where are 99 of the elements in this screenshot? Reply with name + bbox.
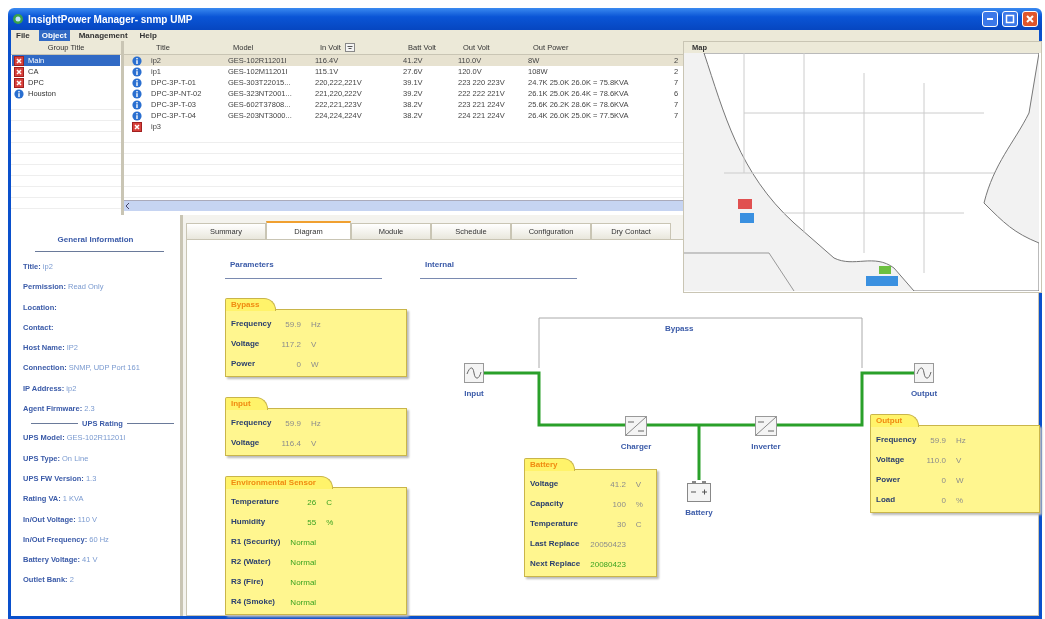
window-title: InsightPower Manager- snmp UMP: [28, 13, 194, 25]
parameter-value: 59.9: [284, 319, 301, 329]
close-icon: [1025, 14, 1035, 24]
parameter-value: Normal: [290, 597, 317, 607]
horizontal-scrollbar[interactable]: [124, 200, 683, 211]
alarm-icon: [14, 77, 24, 88]
node-label: Inverter: [751, 442, 781, 451]
card-title: Input: [225, 397, 268, 410]
maximize-icon: [1005, 14, 1015, 24]
minimize-icon: [987, 18, 993, 20]
parameter-value: Normal: [290, 577, 317, 587]
menu-item[interactable]: Help: [136, 30, 160, 41]
parameter-value: 26: [306, 497, 317, 507]
node-label: Input: [464, 389, 484, 398]
parameter-unit: V: [955, 455, 963, 465]
node-label: Output: [910, 389, 938, 398]
panel-title: General Information: [56, 235, 135, 244]
parameter-label: Load: [876, 494, 897, 506]
info-icon: [132, 88, 142, 99]
parameter-label: Power: [876, 474, 901, 486]
parameter-unit: C: [635, 519, 643, 529]
parameter-label: Frequency: [231, 318, 272, 330]
parameter-label: R4 (Smoke): [231, 596, 276, 608]
bypass-label: Bypass: [665, 324, 694, 333]
parameter-value: 110.0: [926, 455, 946, 465]
parameter-label: Last Replace: [530, 538, 581, 550]
parameter-value: 20080423: [590, 559, 626, 569]
node-label: Battery: [685, 508, 713, 517]
node-label: Charger: [620, 442, 652, 451]
parameter-label: Temperature: [530, 518, 579, 530]
converter-icon: [625, 416, 647, 436]
battery-icon: [687, 480, 711, 502]
parameter-value: 100: [611, 499, 626, 509]
parameter-value: 117.2: [281, 339, 301, 349]
parameter-unit: %: [955, 495, 965, 505]
parameter-label: R2 (Water): [231, 556, 272, 568]
menu-item[interactable]: File: [13, 30, 33, 41]
card-title: Environmental Sensor: [225, 476, 333, 489]
parameter-label: R3 (Fire): [231, 576, 265, 588]
parameter-value: 0: [295, 359, 301, 369]
parameter-label: Voltage: [231, 437, 261, 449]
parameter-label: Voltage: [530, 478, 560, 490]
parameter-value: 0: [940, 495, 946, 505]
menu-item[interactable]: Object: [38, 30, 70, 41]
parameter-value: Normal: [290, 557, 317, 567]
parameter-label: Next Replace: [530, 558, 581, 570]
info-icon: [132, 77, 142, 88]
section-heading: Internal: [420, 260, 577, 279]
scroll-left-icon: [124, 201, 132, 211]
card-title: Bypass: [225, 298, 277, 311]
parameter-unit: V: [635, 479, 643, 489]
parameter-label: Capacity: [530, 498, 565, 510]
parameter-value: Normal: [290, 537, 317, 547]
parameter-unit: Hz: [955, 435, 966, 445]
info-icon: [132, 66, 142, 77]
info-icon: [132, 99, 142, 110]
parameter-unit: %: [326, 517, 334, 527]
maximize-button[interactable]: [1002, 11, 1018, 27]
info-icon: [132, 110, 142, 121]
parameter-unit: Hz: [310, 418, 321, 428]
sine-wave-icon: [464, 363, 484, 383]
parameter-value: 116.4: [281, 438, 301, 448]
app-icon: [12, 13, 24, 25]
parameter-value: 41.2: [609, 479, 626, 489]
converter-icon: [755, 416, 777, 436]
parameter-label: R1 (Security): [231, 536, 281, 548]
parameter-label: Voltage: [231, 338, 261, 350]
card-title: Battery: [524, 458, 575, 471]
section-heading: Parameters: [225, 260, 382, 279]
parameter-unit: V: [310, 438, 318, 448]
parameter-unit: V: [310, 339, 318, 349]
parameter-unit: C: [326, 497, 333, 507]
alarm-icon: [14, 55, 24, 66]
parameter-label: Voltage: [876, 454, 906, 466]
parameter-label: Frequency: [231, 417, 272, 429]
close-button[interactable]: [1022, 11, 1038, 27]
info-icon: [132, 55, 142, 66]
parameter-label: Power: [231, 358, 256, 370]
parameter-label: Frequency: [876, 434, 917, 446]
parameter-unit: Hz: [310, 319, 321, 329]
alarm-icon: [14, 66, 24, 77]
parameter-unit: W: [955, 475, 965, 485]
minimize-button[interactable]: [982, 11, 998, 27]
parameter-label: Temperature: [231, 496, 280, 508]
menu-item[interactable]: Management: [75, 30, 131, 41]
alarm-icon: [132, 121, 142, 132]
sine-wave-icon: [914, 363, 934, 383]
card-title: Output: [870, 414, 920, 427]
parameter-value: 0: [940, 475, 946, 485]
dropdown-icon: [344, 43, 355, 52]
parameter-label: Humidity: [231, 516, 267, 528]
parameter-unit: W: [310, 359, 320, 369]
parameter-value: 59.9: [929, 435, 946, 445]
parameter-value: 30: [615, 519, 626, 529]
parameter-unit: %: [635, 499, 643, 509]
parameter-value: 20050423: [590, 539, 626, 549]
info-icon: [14, 88, 24, 99]
parameter-value: 55: [306, 517, 317, 527]
parameter-value: 59.9: [284, 418, 301, 428]
